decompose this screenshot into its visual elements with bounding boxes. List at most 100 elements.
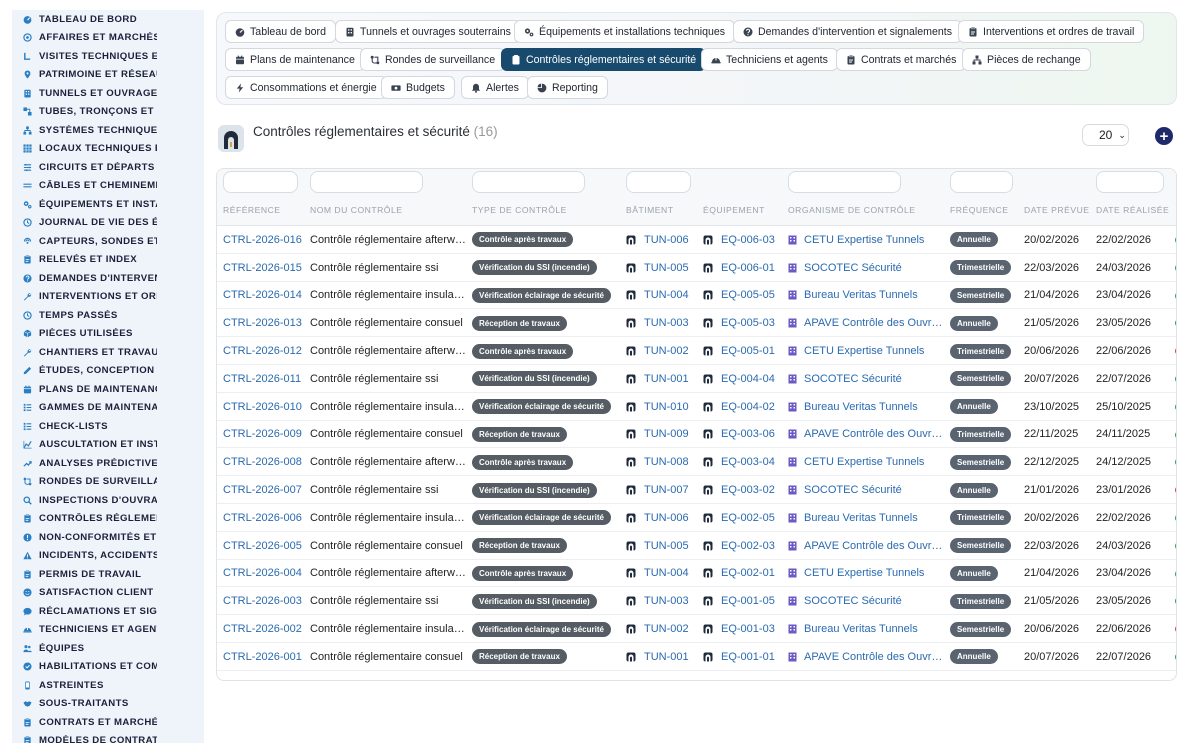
- sidebar-item-15[interactable]: INTERVENTIONS ET ORDI: [12, 288, 204, 307]
- tab-4[interactable]: Interventions et ordres de travail: [958, 20, 1145, 43]
- filter-organisme-input[interactable]: [788, 171, 901, 193]
- column-header[interactable]: ÉQUIPEMENT: [703, 205, 765, 215]
- sidebar-item-38[interactable]: CONTRATS ET MARCHÉS: [12, 713, 204, 732]
- building-link[interactable]: TUN-001: [644, 651, 689, 663]
- sidebar-item-24[interactable]: ANALYSES PRÉDICTIVES: [12, 454, 204, 473]
- equipment-link[interactable]: EQ-006-01: [721, 262, 775, 274]
- sidebar-item-12[interactable]: CAPTEURS, SONDES ET C: [12, 232, 204, 251]
- reference-link[interactable]: CTRL-2026-006: [223, 512, 302, 524]
- equipment-link[interactable]: EQ-006-03: [721, 234, 775, 246]
- sidebar-item-27[interactable]: CONTRÔLES RÉGLEMENT: [12, 510, 204, 529]
- sidebar-item-13[interactable]: RELEVÉS ET INDEX: [12, 251, 204, 270]
- tab-13[interactable]: Alertes: [461, 76, 529, 99]
- organisme-link[interactable]: APAVE Contrôle des Ouvr…: [804, 651, 942, 663]
- equipment-link[interactable]: EQ-002-03: [721, 540, 775, 552]
- tab-5[interactable]: Plans de maintenance: [225, 48, 365, 71]
- table-row[interactable]: CTRL-2026-012 Contrôle réglementaire afte…: [217, 337, 1176, 365]
- column-header[interactable]: NOM DU CONTRÔLE: [310, 205, 403, 215]
- equipment-link[interactable]: EQ-001-01: [721, 651, 775, 663]
- organisme-link[interactable]: Bureau Veritas Tunnels: [804, 512, 918, 524]
- organisme-link[interactable]: CETU Expertise Tunnels: [804, 345, 924, 357]
- sidebar-item-20[interactable]: PLANS DE MAINTENANCE: [12, 380, 204, 399]
- sidebar-item-3[interactable]: PATRIMOINE ET RÉSEAUX: [12, 66, 204, 85]
- column-header[interactable]: DATE RÉALISÉE: [1096, 205, 1169, 215]
- organisme-link[interactable]: SOCOTEC Sécurité: [804, 262, 902, 274]
- building-link[interactable]: TUN-003: [644, 595, 689, 607]
- building-link[interactable]: TUN-002: [644, 623, 689, 635]
- equipment-link[interactable]: EQ-002-05: [721, 512, 775, 524]
- reference-link[interactable]: CTRL-2026-013: [223, 317, 302, 329]
- building-link[interactable]: TUN-006: [644, 512, 689, 524]
- tab-11[interactable]: Consommations et énergie: [225, 76, 387, 99]
- sidebar-item-39[interactable]: MODÈLES DE CONTRATS: [12, 732, 204, 743]
- tab-0[interactable]: Tableau de bord: [225, 20, 336, 43]
- table-row[interactable]: CTRL-2026-002 Contrôle réglementaire insu…: [217, 615, 1176, 643]
- table-row[interactable]: CTRL-2026-014 Contrôle réglementaire insu…: [217, 282, 1176, 310]
- sidebar-item-1[interactable]: AFFAIRES ET MARCHÉS: [12, 29, 204, 48]
- sidebar-item-2[interactable]: VISITES TECHNIQUES ET: [12, 47, 204, 66]
- building-link[interactable]: TUN-010: [644, 401, 689, 413]
- sidebar-item-17[interactable]: PIÈCES UTILISÉES: [12, 325, 204, 344]
- sidebar-item-34[interactable]: ÉQUIPES: [12, 639, 204, 658]
- table-row[interactable]: CTRL-2026-004 Contrôle réglementaire afte…: [217, 560, 1176, 588]
- organisme-link[interactable]: APAVE Contrôle des Ouvr…: [804, 317, 942, 329]
- sidebar-item-10[interactable]: ÉQUIPEMENTS ET INSTAL: [12, 195, 204, 214]
- reference-link[interactable]: CTRL-2026-002: [223, 623, 302, 635]
- organisme-link[interactable]: CETU Expertise Tunnels: [804, 567, 924, 579]
- building-link[interactable]: TUN-009: [644, 428, 689, 440]
- table-row[interactable]: CTRL-2026-016 Contrôle réglementaire afte…: [217, 226, 1176, 254]
- filter-type-input[interactable]: [472, 171, 585, 193]
- reference-link[interactable]: CTRL-2026-015: [223, 262, 302, 274]
- tab-8[interactable]: Techniciens et agents: [701, 48, 838, 71]
- sidebar-item-32[interactable]: RÉCLAMATIONS ET SIGN: [12, 602, 204, 621]
- column-header[interactable]: RÉFÉRENCE: [223, 205, 281, 215]
- equipment-link[interactable]: EQ-003-02: [721, 484, 775, 496]
- sidebar-item-11[interactable]: JOURNAL DE VIE DES ÉQ: [12, 214, 204, 233]
- tab-1[interactable]: Tunnels et ouvrages souterrains: [335, 20, 521, 43]
- sidebar-item-21[interactable]: GAMMES DE MAINTENAN: [12, 399, 204, 418]
- equipment-link[interactable]: EQ-003-04: [721, 456, 775, 468]
- building-link[interactable]: TUN-006: [644, 234, 689, 246]
- sidebar-item-4[interactable]: TUNNELS ET OUVRAGES: [12, 84, 204, 103]
- building-link[interactable]: TUN-004: [644, 289, 689, 301]
- reference-link[interactable]: CTRL-2026-011: [223, 373, 301, 385]
- organisme-link[interactable]: SOCOTEC Sécurité: [804, 484, 902, 496]
- building-link[interactable]: TUN-004: [644, 567, 689, 579]
- sidebar-item-30[interactable]: PERMIS DE TRAVAIL: [12, 565, 204, 584]
- tab-2[interactable]: Équipements et installations techniques: [514, 20, 736, 43]
- sidebar-item-28[interactable]: NON-CONFORMITÉS ET A: [12, 528, 204, 547]
- tab-7[interactable]: Contrôles réglementaires et sécurité: [501, 48, 707, 71]
- reference-link[interactable]: CTRL-2026-009: [223, 428, 302, 440]
- sidebar-item-33[interactable]: TECHNICIENS ET AGENTS: [12, 621, 204, 640]
- tab-9[interactable]: Contrats et marchés: [836, 48, 967, 71]
- equipment-link[interactable]: EQ-001-05: [721, 595, 775, 607]
- table-row[interactable]: CTRL-2026-007 Contrôle réglementaire ssi V…: [217, 476, 1176, 504]
- sidebar-item-36[interactable]: ASTREINTES: [12, 676, 204, 695]
- organisme-link[interactable]: Bureau Veritas Tunnels: [804, 401, 918, 413]
- tab-3[interactable]: Demandes d'intervention et signalements: [733, 20, 962, 43]
- sidebar-item-23[interactable]: AUSCULTATION ET INSTR: [12, 436, 204, 455]
- tab-10[interactable]: Pièces de rechange: [962, 48, 1091, 71]
- reference-link[interactable]: CTRL-2026-001: [223, 651, 302, 663]
- table-row[interactable]: CTRL-2026-013 Contrôle réglementaire cons…: [217, 309, 1176, 338]
- table-row[interactable]: CTRL-2026-003 Contrôle réglementaire ssi V…: [217, 587, 1176, 616]
- column-header[interactable]: BÂTIMENT: [626, 205, 673, 215]
- equipment-link[interactable]: EQ-003-06: [721, 428, 775, 440]
- building-link[interactable]: TUN-005: [644, 262, 689, 274]
- reference-link[interactable]: CTRL-2026-008: [223, 456, 302, 468]
- add-record-button[interactable]: +: [1155, 127, 1173, 145]
- table-row[interactable]: CTRL-2026-011 Contrôle réglementaire ssi V…: [217, 365, 1176, 393]
- sidebar-item-0[interactable]: TABLEAU DE BORD: [12, 10, 204, 29]
- sidebar-item-6[interactable]: SYSTÈMES TECHNIQUES: [12, 121, 204, 140]
- table-row[interactable]: CTRL-2026-009 Contrôle réglementaire cons…: [217, 421, 1176, 449]
- reference-link[interactable]: CTRL-2026-005: [223, 540, 302, 552]
- sidebar-item-22[interactable]: CHECK-LISTS: [12, 417, 204, 436]
- sidebar-item-14[interactable]: DEMANDES D'INTERVENT: [12, 269, 204, 288]
- sidebar-item-19[interactable]: ÉTUDES, CONCEPTION ET: [12, 362, 204, 381]
- organisme-link[interactable]: CETU Expertise Tunnels: [804, 456, 924, 468]
- building-link[interactable]: TUN-002: [644, 345, 689, 357]
- sidebar-item-9[interactable]: CÂBLES ET CHEMINEMEN: [12, 177, 204, 196]
- organisme-link[interactable]: SOCOTEC Sécurité: [804, 595, 902, 607]
- sidebar-item-25[interactable]: RONDES DE SURVEILLAN: [12, 473, 204, 492]
- sidebar-item-8[interactable]: CIRCUITS ET DÉPARTS É: [12, 158, 204, 177]
